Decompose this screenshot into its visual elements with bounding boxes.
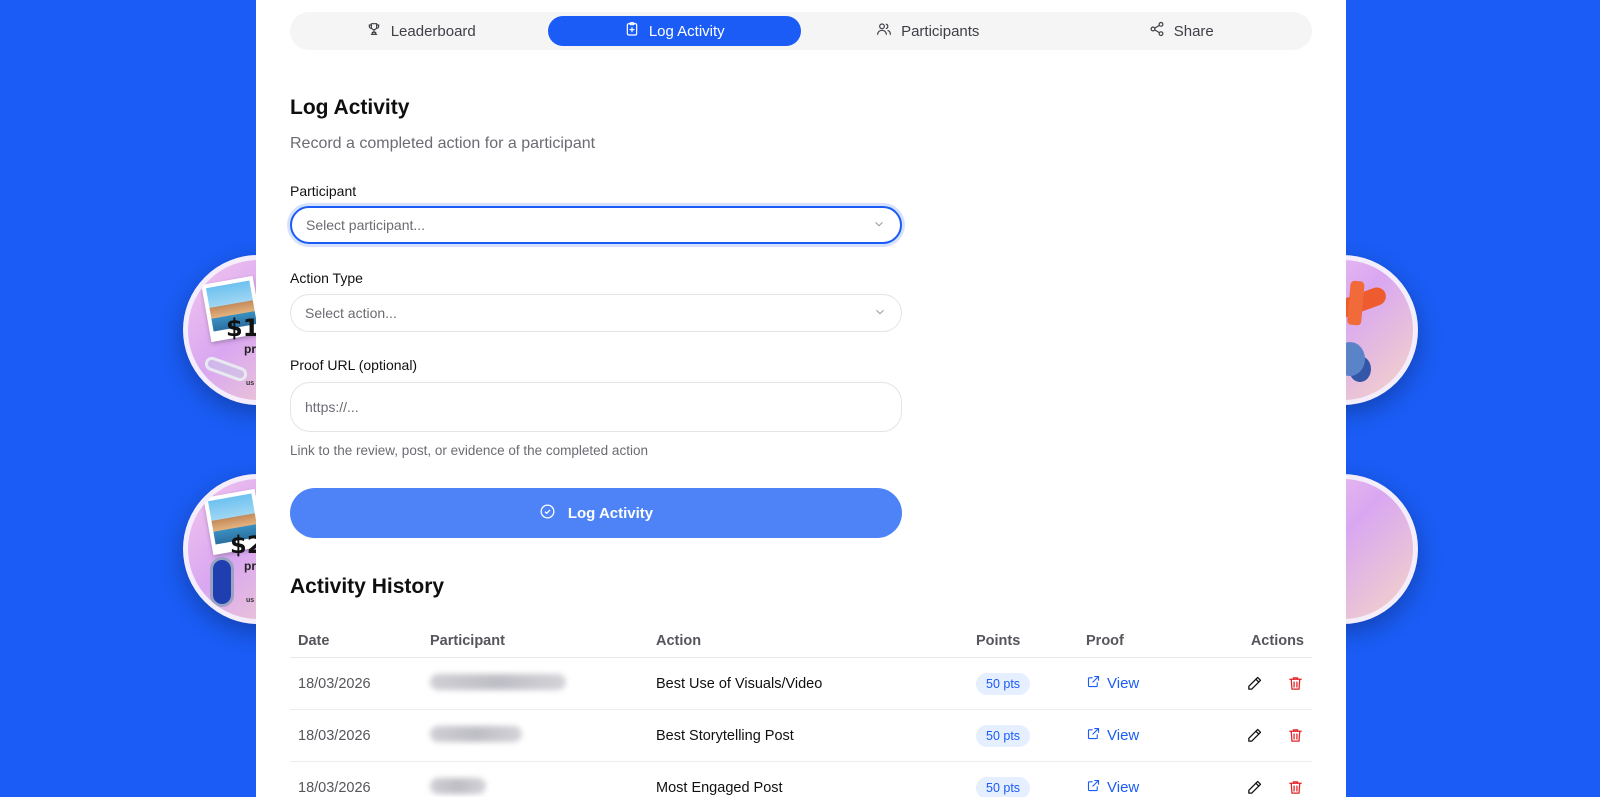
chevron-down-icon: [873, 305, 887, 322]
main-card: Leaderboard Log Activity Participants Sh…: [256, 0, 1346, 797]
prize-note: us: [246, 380, 255, 387]
row-participant: [430, 673, 656, 694]
external-link-icon: [1086, 778, 1101, 797]
trash-icon[interactable]: [1287, 779, 1304, 796]
tab-bar: Leaderboard Log Activity Participants Sh…: [290, 12, 1312, 50]
table-header: Date Participant Action Points Proof Act…: [290, 624, 1312, 658]
column-header: Action: [656, 632, 702, 649]
row-action: Best Storytelling Post: [656, 727, 794, 744]
submit-label: Log Activity: [567, 504, 654, 522]
share-icon: [1149, 21, 1165, 41]
edit-icon[interactable]: [1246, 727, 1263, 744]
table-row: 18/03/2026 Most Engaged Post 50 pts View: [290, 762, 1312, 797]
row-proof: View: [1086, 726, 1222, 745]
trash-icon[interactable]: [1287, 675, 1304, 692]
tab-label: Participants: [901, 22, 980, 40]
row-date: 18/03/2026: [298, 727, 371, 744]
column-header: Date: [298, 632, 330, 649]
form-subtitle: Record a completed action for a particip…: [290, 135, 596, 152]
row-points: 50 pts: [976, 776, 1086, 797]
table-row: 18/03/2026 Best Use of Visuals/Video 50 …: [290, 658, 1312, 710]
view-label: View: [1107, 727, 1140, 744]
proof-url-placeholder: https://...: [305, 399, 359, 415]
column-header: Participant: [430, 632, 505, 649]
check-circle-icon: [539, 503, 556, 524]
proof-url-help: Link to the review, post, or evidence of…: [290, 443, 648, 458]
log-activity-button[interactable]: Log Activity: [290, 488, 902, 538]
vr-glasses-image: [202, 354, 250, 384]
tab-participants[interactable]: Participants: [801, 16, 1055, 46]
activity-history-table: Date Participant Action Points Proof Act…: [290, 624, 1312, 797]
clipboard-icon: [624, 21, 640, 41]
view-label: View: [1107, 779, 1140, 796]
participant-placeholder: Select participant...: [306, 217, 426, 233]
participant-label: Participant: [290, 183, 357, 199]
redacted-participant-name: [430, 777, 486, 794]
points-badge: 50 pts: [976, 724, 1031, 747]
row-action: Most Engaged Post: [656, 779, 783, 796]
tab-label: Leaderboard: [390, 22, 476, 40]
tab-share[interactable]: Share: [1055, 16, 1309, 46]
action-type-placeholder: Select action...: [305, 305, 397, 321]
row-points: 50 pts: [976, 724, 1086, 747]
speaker-image: [210, 557, 234, 607]
row-participant: [430, 777, 656, 797]
points-badge: 50 pts: [976, 672, 1031, 695]
external-link-icon: [1086, 726, 1101, 745]
external-link-icon: [1086, 674, 1101, 693]
row-action: Best Use of Visuals/Video: [656, 675, 823, 692]
action-type-select[interactable]: Select action...: [290, 294, 902, 332]
edit-icon[interactable]: [1246, 675, 1263, 692]
row-points: 50 pts: [976, 672, 1086, 695]
chevron-down-icon: [872, 217, 886, 234]
proof-url-label: Proof URL (optional): [290, 357, 418, 373]
participant-select[interactable]: Select participant...: [290, 206, 902, 244]
column-header: Proof: [1086, 632, 1124, 649]
row-actions: [1222, 727, 1312, 744]
row-actions: [1222, 779, 1312, 796]
trash-icon[interactable]: [1287, 727, 1304, 744]
prize-note: us: [246, 597, 255, 604]
users-icon: [876, 21, 892, 41]
form-title: Log Activity: [290, 96, 410, 119]
tab-leaderboard[interactable]: Leaderboard: [294, 16, 548, 46]
trophy-icon: [366, 21, 382, 41]
history-title: Activity History: [290, 575, 445, 598]
redacted-participant-name: [430, 725, 522, 742]
row-proof: View: [1086, 778, 1222, 797]
row-participant: [430, 725, 656, 746]
row-date: 18/03/2026: [298, 675, 371, 692]
view-proof-link[interactable]: View: [1086, 778, 1139, 797]
edit-icon[interactable]: [1246, 779, 1263, 796]
action-type-label: Action Type: [290, 270, 363, 286]
column-header: Actions: [1250, 632, 1304, 649]
points-badge: 50 pts: [976, 776, 1031, 797]
tab-label: Log Activity: [648, 22, 725, 40]
proof-url-input[interactable]: https://...: [290, 382, 902, 432]
table-row: 18/03/2026 Best Storytelling Post 50 pts…: [290, 710, 1312, 762]
column-header: Points: [976, 632, 1021, 649]
redacted-participant-name: [430, 673, 566, 690]
prize-label: pr: [244, 342, 256, 356]
tab-log-activity[interactable]: Log Activity: [547, 16, 801, 46]
row-proof: View: [1086, 674, 1222, 693]
prize-label: pr: [244, 559, 256, 573]
view-proof-link[interactable]: View: [1086, 726, 1139, 745]
view-proof-link[interactable]: View: [1086, 674, 1139, 693]
row-date: 18/03/2026: [298, 779, 371, 796]
row-actions: [1222, 675, 1312, 692]
view-label: View: [1107, 675, 1140, 692]
tab-label: Share: [1173, 22, 1214, 40]
